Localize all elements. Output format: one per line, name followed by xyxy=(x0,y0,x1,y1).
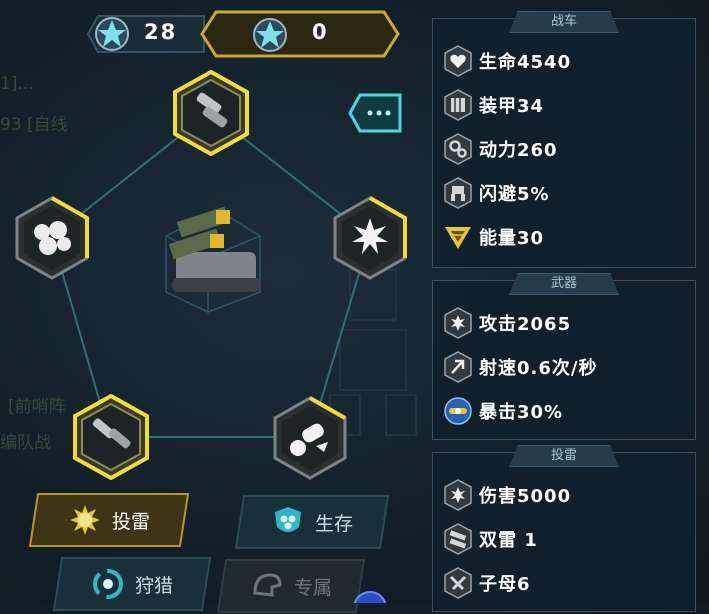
helmet-exclusive-icon xyxy=(253,573,282,597)
stat-hp: 生命4540 xyxy=(443,45,571,77)
weapon-stats-panel: 武器 攻击2065 射速0.6次/秒 暴击30% xyxy=(432,273,696,440)
stat-double-mine: 双雷 1 xyxy=(443,523,538,555)
blue-orb-partial xyxy=(353,591,387,603)
stat-cluster-text: 子母6 xyxy=(479,574,531,595)
mine-panel-title: 投雷 xyxy=(509,445,619,467)
stat-fire-rate-text: 射速0.6次/秒 xyxy=(479,358,598,379)
stat-critical-text: 暴击30% xyxy=(479,402,564,423)
tab-hunt-label: 狩猎 xyxy=(134,574,173,597)
tab-mine-label: 投雷 xyxy=(111,510,150,533)
stat-power-text: 动力260 xyxy=(479,140,558,161)
rocket-tank-center-icon xyxy=(165,206,261,313)
gears-icon xyxy=(444,133,472,165)
double-mine-icon xyxy=(444,523,472,555)
energy-chevron-icon xyxy=(445,227,471,249)
skill-node-bottom-right-mortar[interactable] xyxy=(272,396,348,480)
skill-node-bottom-left-twin-rockets[interactable] xyxy=(72,394,150,480)
fire-rate-icon xyxy=(444,351,472,383)
skill-node-top-rocket-pods[interactable] xyxy=(172,70,250,156)
vehicle-panel-title: 战车 xyxy=(509,11,619,33)
vehicle-stats-panel: 战车 生命4540 装甲34 动力260 闪避5% 能量30 xyxy=(432,11,696,268)
stat-fire-rate: 射速0.6次/秒 xyxy=(443,351,597,383)
critical-orb-icon xyxy=(444,397,472,425)
attack-burst-icon xyxy=(444,307,472,339)
stat-energy-text: 能量30 xyxy=(479,228,545,249)
stat-dodge-text: 闪避5% xyxy=(479,184,550,205)
stat-attack-text: 攻击2065 xyxy=(479,314,572,335)
stat-attack: 攻击2065 xyxy=(443,307,571,339)
stat-armor: 装甲34 xyxy=(443,89,544,121)
dodge-mech-icon xyxy=(444,177,472,209)
stat-dodge: 闪避5% xyxy=(443,177,550,209)
weapon-panel-title: 武器 xyxy=(509,273,619,295)
chat-bubble-button[interactable] xyxy=(348,93,404,133)
stat-energy: 能量30 xyxy=(443,221,544,253)
damage-burst-icon xyxy=(444,479,472,511)
vortex-hunt-icon xyxy=(92,569,123,599)
shield-cells-icon xyxy=(274,507,301,532)
skill-node-left-smoke-cluster[interactable] xyxy=(14,196,90,280)
mine-stats-panel: 投雷 伤害5000 双雷 1 子母6 xyxy=(432,445,696,612)
stat-armor-text: 装甲34 xyxy=(479,96,545,117)
stat-cluster: 子母6 xyxy=(443,567,531,599)
heart-icon xyxy=(444,45,472,77)
stat-hp-text: 生命4540 xyxy=(479,52,572,73)
stat-power: 动力260 xyxy=(443,133,558,165)
tab-hunt[interactable]: 狩猎 xyxy=(52,556,212,612)
skill-node-right-explosion[interactable] xyxy=(332,196,408,280)
mine-grenade-icon xyxy=(69,505,100,535)
tab-mine[interactable]: 投雷 xyxy=(28,492,190,548)
cluster-mine-icon xyxy=(444,567,472,599)
tab-survive-label: 生存 xyxy=(314,512,353,535)
tab-survive[interactable]: 生存 xyxy=(234,494,390,550)
stat-double-mine-text: 双雷 1 xyxy=(479,530,538,551)
stat-damage: 伤害5000 xyxy=(443,479,571,511)
tab-exclusive-label: 专属 xyxy=(293,576,332,599)
stat-damage-text: 伤害5000 xyxy=(479,486,572,507)
stat-critical: 暴击30% xyxy=(443,395,563,427)
armor-plate-icon xyxy=(444,89,472,121)
tab-exclusive[interactable]: 专属 xyxy=(216,558,366,614)
